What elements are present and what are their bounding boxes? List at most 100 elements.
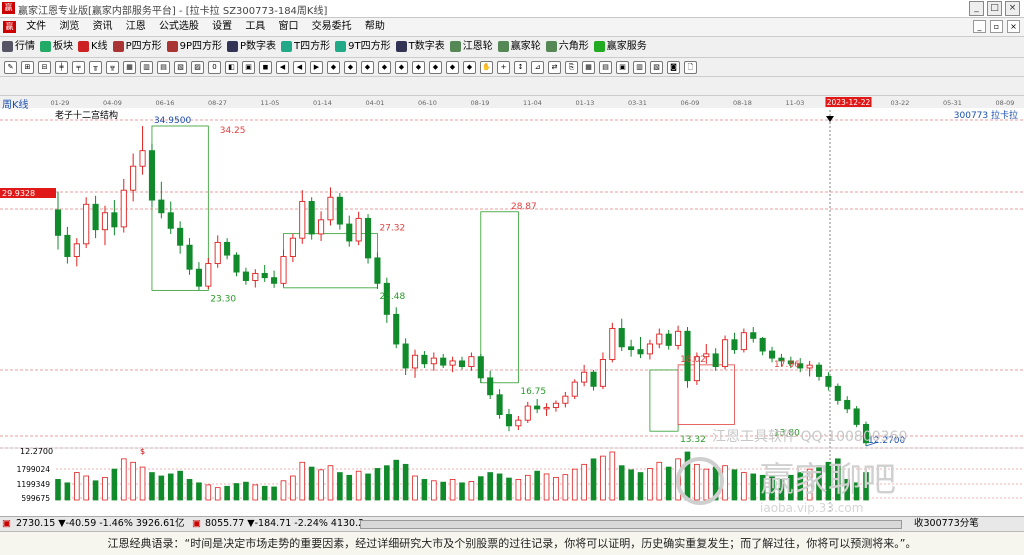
draw-tool-12-icon[interactable]: 0 xyxy=(208,61,221,74)
draw-tool-39-icon[interactable]: ◙ xyxy=(667,61,680,74)
menu-settings[interactable]: 设置 xyxy=(207,18,237,36)
toolbar-t-table-button[interactable]: T数字表 xyxy=(395,38,445,56)
draw-tool-34-icon[interactable]: ▦ xyxy=(582,61,595,74)
draw-tool-23-icon[interactable]: ◆ xyxy=(395,61,408,74)
timeline-date: 01-14 xyxy=(313,99,332,107)
draw-tool-11-icon[interactable]: ▨ xyxy=(191,61,204,74)
draw-tool-31-icon[interactable]: ⊿ xyxy=(531,61,544,74)
sz-index-icon: ▣ xyxy=(192,518,201,529)
toolbar-p-square-button[interactable]: P四方形 xyxy=(112,38,162,56)
toolbar-blocks-button[interactable]: 板块 xyxy=(40,38,73,56)
candle-body xyxy=(186,244,193,270)
draw-tool-27-icon[interactable]: ◆ xyxy=(463,61,476,74)
candle-body xyxy=(83,203,90,245)
draw-tool-33-icon[interactable]: ⎘ xyxy=(565,61,578,74)
toolbar-winner-wheel-button[interactable]: 赢家轮 xyxy=(497,38,541,56)
maximize-button[interactable]: □ xyxy=(987,1,1002,16)
draw-tool-5-icon[interactable]: ╥ xyxy=(89,61,102,74)
draw-tool-32-icon[interactable]: ⇄ xyxy=(548,61,561,74)
horizontal-scrollbar[interactable] xyxy=(360,520,902,529)
menu-tools[interactable]: 工具 xyxy=(240,18,270,36)
menu-window[interactable]: 窗口 xyxy=(274,18,304,36)
volume-bar xyxy=(553,476,559,501)
draw-tool-21-icon[interactable]: ◆ xyxy=(361,61,374,74)
draw-tool-35-icon[interactable]: ▤ xyxy=(599,61,612,74)
candle-body xyxy=(675,330,682,346)
close-button[interactable]: × xyxy=(1005,1,1020,16)
draw-tool-37-icon[interactable]: ▥ xyxy=(633,61,646,74)
draw-tool-15-icon[interactable]: ◼ xyxy=(259,61,272,74)
draw-tool-29-icon[interactable]: + xyxy=(497,61,510,74)
draw-tool-36-icon[interactable]: ▣ xyxy=(616,61,629,74)
mdi-restore-button[interactable]: ▫ xyxy=(990,20,1003,33)
draw-tool-2-icon[interactable]: ⊟ xyxy=(38,61,51,74)
minimize-button[interactable]: _ xyxy=(969,1,984,16)
candle-body xyxy=(656,333,663,345)
candle-body xyxy=(139,150,146,167)
toolbar-gann-wheel-button[interactable]: 江恩轮 xyxy=(449,38,493,56)
toolbar-t-square-button[interactable]: T四方形 xyxy=(281,38,330,56)
menu-file[interactable]: 文件 xyxy=(21,18,51,36)
draw-tool-17-icon[interactable]: ◀ xyxy=(293,61,306,74)
draw-tool-25-icon[interactable]: ◆ xyxy=(429,61,442,74)
draw-tool-0-icon[interactable]: ✎ xyxy=(4,61,17,74)
draw-tool-14-icon[interactable]: ▣ xyxy=(242,61,255,74)
price-label: 13.32 xyxy=(680,435,706,445)
draw-tool-18-icon[interactable]: ▶ xyxy=(310,61,323,74)
menu-gann[interactable]: 江恩 xyxy=(121,18,151,36)
draw-tool-3-icon[interactable]: ╪ xyxy=(55,61,68,74)
timeline-date: 01-29 xyxy=(51,99,70,107)
menu-info[interactable]: 资讯 xyxy=(88,18,118,36)
toolbar-label: 江恩轮 xyxy=(462,41,493,52)
toolbar-9p-square-button[interactable]: 9P四方形 xyxy=(166,38,222,56)
price-label: 23.30 xyxy=(210,294,236,304)
candle-body xyxy=(289,237,296,257)
toolbar-kline-button[interactable]: K线 xyxy=(78,38,108,56)
toolbar-9t-square-button[interactable]: 9T四方形 xyxy=(335,38,391,56)
draw-tool-26-icon[interactable]: ◆ xyxy=(446,61,459,74)
mdi-close-button[interactable]: × xyxy=(1007,20,1020,33)
toolbar-p-table-button[interactable]: P数字表 xyxy=(227,38,276,56)
draw-tool-6-icon[interactable]: ╦ xyxy=(106,61,119,74)
draw-tool-19-icon[interactable]: ◆ xyxy=(327,61,340,74)
draw-tool-40-icon[interactable]: 🗋 xyxy=(684,61,697,74)
toolbar-dollar-button[interactable]: 赢家服务 xyxy=(593,38,647,56)
draw-tool-16-icon[interactable]: ◀ xyxy=(276,61,289,74)
toolbar-hexagon-button[interactable]: 六角形 xyxy=(545,38,589,56)
menu-formula[interactable]: 公式选股 xyxy=(154,18,204,36)
draw-tool-10-icon[interactable]: ▧ xyxy=(174,61,187,74)
volume-axis-label: 1799024 xyxy=(17,465,51,474)
draw-tool-4-icon[interactable]: ╤ xyxy=(72,61,85,74)
draw-tool-9-icon[interactable]: ▤ xyxy=(157,61,170,74)
kline-chart[interactable]: 01-29 04-09 06-16 08-27 11-05 01-14 04-01 06-10… xyxy=(0,96,1024,516)
candle-body xyxy=(421,354,428,365)
sh-index-status[interactable]: 2730.15 ▼-40.59 -1.46% 3926.61亿 xyxy=(16,517,185,531)
volume-bar xyxy=(393,459,400,501)
menu-help[interactable]: 帮助 xyxy=(360,18,390,36)
draw-tool-38-icon[interactable]: ▧ xyxy=(650,61,663,74)
menu-browse[interactable]: 浏览 xyxy=(54,18,84,36)
volume-axis-label: 599675 xyxy=(21,494,50,503)
candle-body xyxy=(750,332,757,339)
watermark-title: 赢家聊吧 xyxy=(760,460,896,500)
menu-trade[interactable]: 交易委托 xyxy=(307,18,357,36)
mdi-minimize-button[interactable]: _ xyxy=(973,20,986,33)
draw-tool-22-icon[interactable]: ◆ xyxy=(378,61,391,74)
candle-body xyxy=(505,414,513,427)
candle-body xyxy=(844,399,851,410)
draw-tool-20-icon[interactable]: ◆ xyxy=(344,61,357,74)
status-right[interactable]: 收300773分笔 xyxy=(914,517,979,531)
candle-body xyxy=(440,357,447,366)
draw-tool-7-icon[interactable]: ▦ xyxy=(123,61,136,74)
draw-tool-28-icon[interactable]: ✋ xyxy=(480,61,493,74)
candle-body xyxy=(224,241,231,256)
candle-body xyxy=(271,277,278,284)
draw-tool-1-icon[interactable]: ⊞ xyxy=(21,61,34,74)
draw-tool-30-icon[interactable]: ↕ xyxy=(514,61,527,74)
toolbar-grid-button[interactable]: 行情 xyxy=(2,38,35,56)
sz-index-status[interactable]: 8055.77 ▼-184.71 -2.24% 4130.2 xyxy=(205,517,364,531)
volume-bar xyxy=(684,451,691,501)
draw-tool-8-icon[interactable]: ▥ xyxy=(140,61,153,74)
draw-tool-24-icon[interactable]: ◆ xyxy=(412,61,425,74)
draw-tool-13-icon[interactable]: ◧ xyxy=(225,61,238,74)
